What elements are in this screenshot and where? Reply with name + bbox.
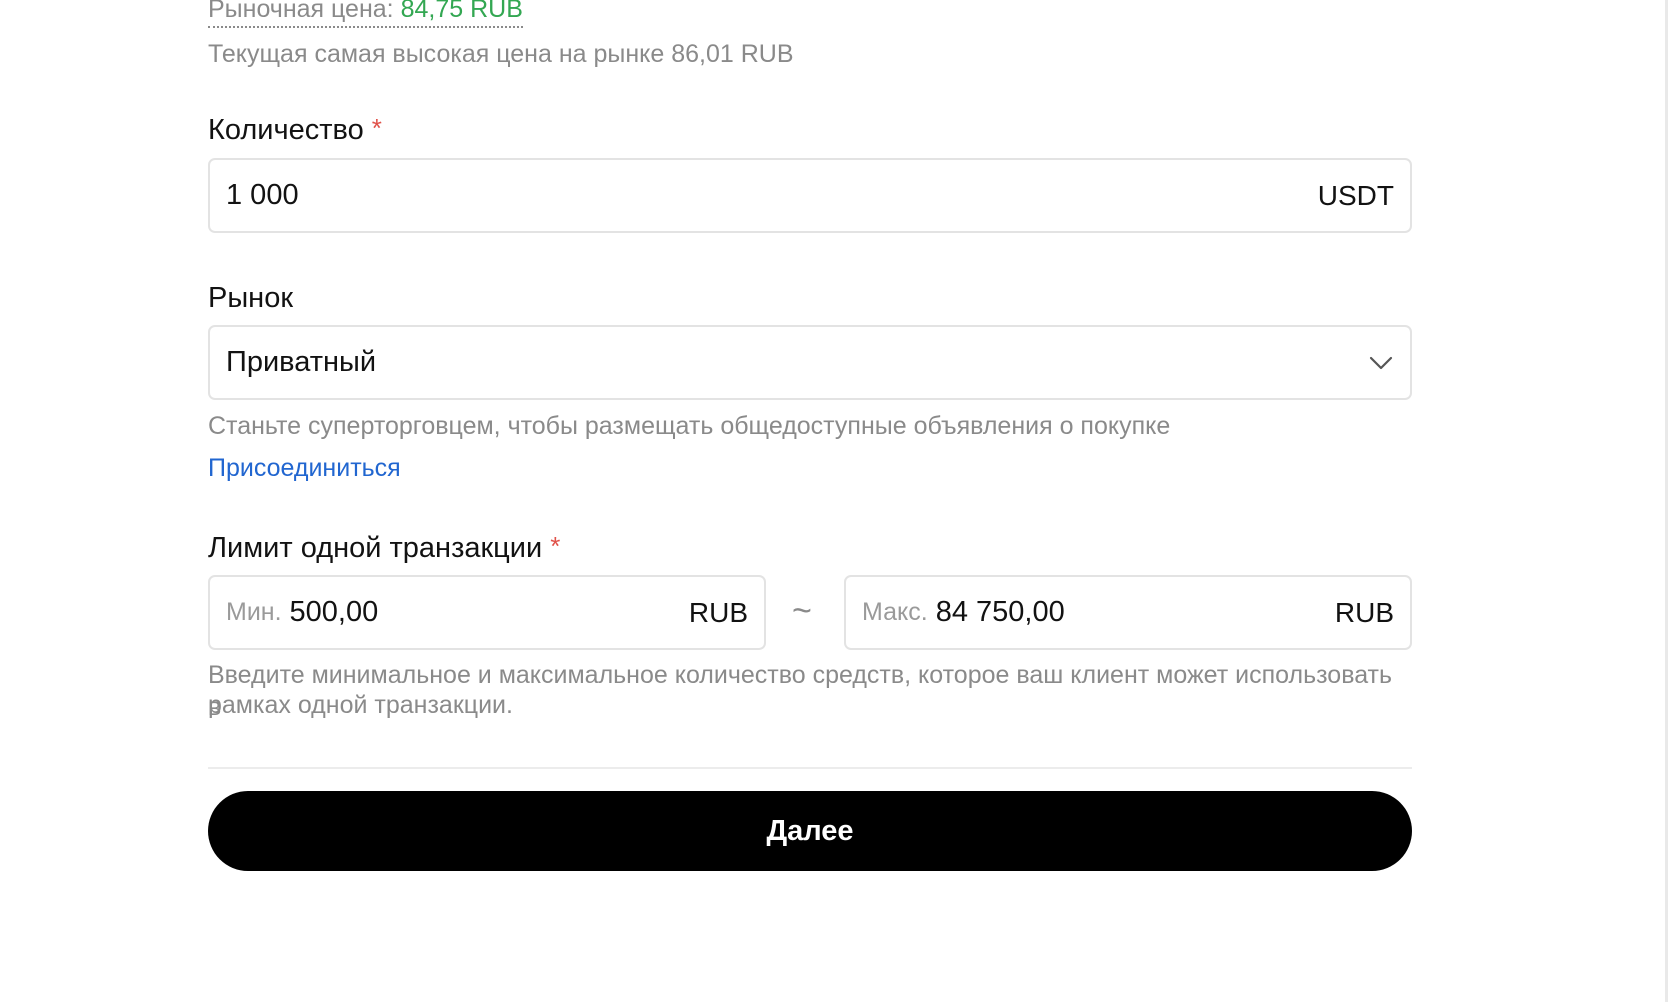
market-selected-value: Приватный <box>226 346 377 378</box>
highest-price-text: Текущая самая высокая цена на рынке <box>208 40 665 68</box>
next-button[interactable]: Далее <box>208 791 1412 871</box>
max-limit-currency: RUB <box>1334 596 1394 628</box>
range-separator: ~ <box>792 592 812 630</box>
market-label-text: Рынок <box>208 282 294 314</box>
quantity-value: 1 000 <box>226 179 299 211</box>
min-limit-currency: RUB <box>688 596 748 628</box>
highest-price-info: Текущая самая высокая цена на рынке 86,0… <box>208 38 794 70</box>
min-prefix: Мин. <box>226 598 282 626</box>
limit-label-text: Лимит одной транзакции <box>208 532 543 564</box>
chevron-down-icon <box>1368 350 1394 376</box>
quantity-label-text: Количество <box>208 114 364 146</box>
required-star: * <box>550 531 561 561</box>
limit-hint-line-2: рамках одной транзакции. <box>208 691 513 719</box>
quantity-label: Количество * <box>208 112 382 148</box>
required-star: * <box>371 113 382 143</box>
market-price-label: Рыночная цена: <box>208 0 394 23</box>
market-price-value: 84,75 RUB <box>400 0 523 23</box>
join-link[interactable]: Присоединиться <box>208 452 401 484</box>
p2p-ad-form-page: Рыночная цена: 84,75 RUB Текущая самая в… <box>0 0 1668 1002</box>
quantity-currency: USDT <box>1317 179 1394 211</box>
divider <box>208 767 1412 769</box>
max-prefix: Макс. <box>862 598 928 626</box>
max-limit-value: 84 750,00 <box>935 596 1065 628</box>
limit-label: Лимит одной транзакции * <box>208 530 560 566</box>
market-price-tooltip-trigger[interactable]: Рыночная цена: 84,75 RUB <box>208 0 523 28</box>
highest-price-value: 86,01 RUB <box>671 40 794 68</box>
market-label: Рынок <box>208 280 293 316</box>
min-limit-value: 500,00 <box>289 596 379 628</box>
quantity-input[interactable]: 1 000 USDT <box>208 158 1412 233</box>
market-hint: Станьте суперторговцем, чтобы размещать … <box>208 412 1171 440</box>
min-limit-input[interactable]: Мин. 500,00 RUB <box>208 575 766 650</box>
market-select[interactable]: Приватный <box>208 325 1412 400</box>
max-limit-input[interactable]: Макс. 84 750,00 RUB <box>844 575 1412 650</box>
